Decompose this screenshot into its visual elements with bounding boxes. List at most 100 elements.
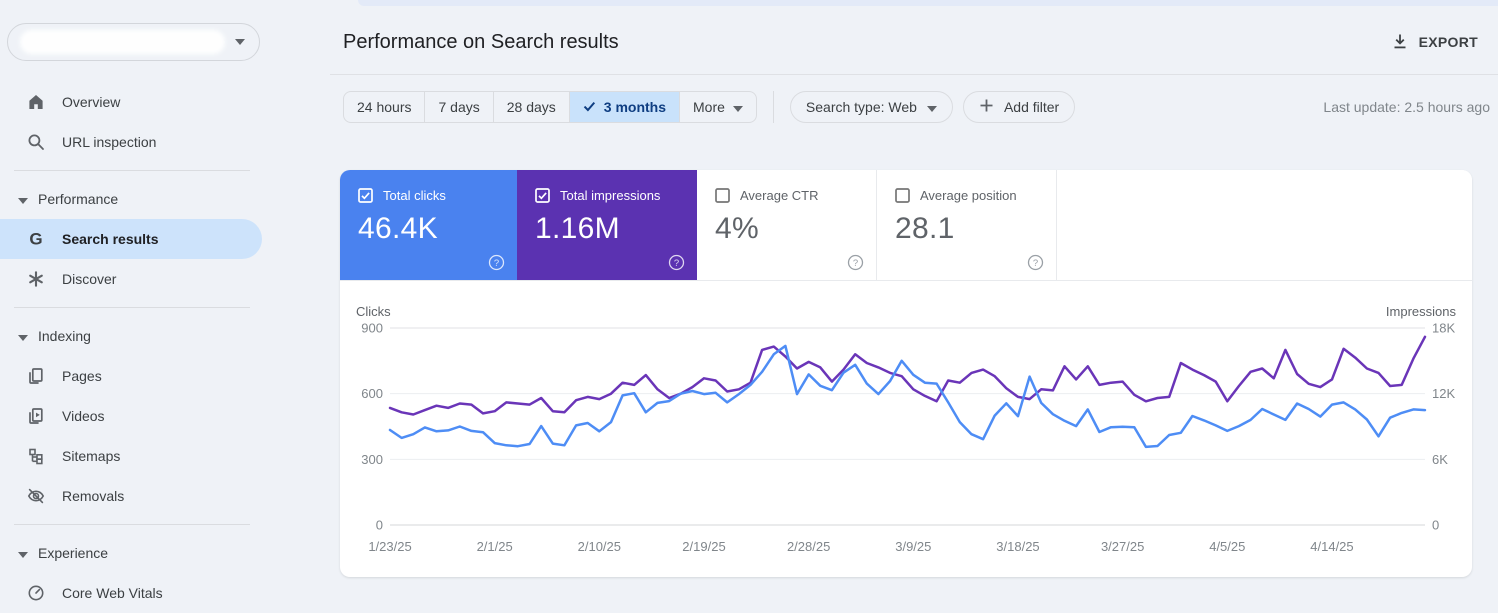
sidebar-item-pages[interactable]: Pages [0,356,262,396]
metric-card-average-position[interactable]: Average position 28.1? [877,170,1057,280]
g-logo-icon: G [26,229,46,249]
metric-card-average-ctr[interactable]: Average CTR 4%? [697,170,877,280]
left-axis-tick: 600 [361,386,383,401]
triangle-down-icon [18,191,28,207]
left-axis-title: Clicks [356,304,391,319]
right-axis-tick: 0 [1432,518,1439,533]
x-axis-tick: 2/19/25 [682,539,725,554]
gauge-icon [26,583,46,603]
export-label: EXPORT [1418,34,1478,50]
page-header: Performance on Search results EXPORT [343,27,1478,57]
x-axis-tick: 4/14/25 [1310,539,1353,554]
scrolled-content-strip [358,0,1498,6]
sidebar-section-performance[interactable]: Performance [0,179,330,219]
sidebar-item-label: Discover [62,271,117,287]
svg-text:?: ? [494,258,499,269]
date-range-7-days[interactable]: 7 days [424,92,492,122]
sidebar-divider [14,524,250,525]
svg-text:?: ? [1033,258,1038,269]
eye-off-icon [26,486,46,506]
x-axis-tick: 1/23/25 [368,539,411,554]
sidebar-item-discover[interactable]: Discover [0,259,262,299]
x-axis-tick: 2/28/25 [787,539,830,554]
svg-text:?: ? [674,258,679,269]
metric-value: 4% [715,212,759,245]
sidebar: Overview URL inspection Performance G Search… [0,0,330,609]
chevron-down-icon [926,99,937,115]
sidebar-item-search-results[interactable]: G Search results [0,219,262,259]
date-range-control: 24 hours 7 days 28 days 3 months More [343,91,757,123]
x-axis-tick: 4/5/25 [1209,539,1245,554]
checkbox-checked-icon[interactable] [358,188,373,203]
download-icon [1391,32,1409,53]
x-axis-tick: 2/1/25 [477,539,513,554]
left-axis-tick: 300 [361,452,383,467]
check-icon [583,99,596,115]
date-range-more[interactable]: More [679,92,756,122]
date-range-28-days[interactable]: 28 days [492,92,569,122]
sidebar-item-overview[interactable]: Overview [0,82,262,122]
x-axis-tick: 3/18/25 [996,539,1039,554]
search-type-filter[interactable]: Search type: Web [789,91,953,123]
sidebar-item-label: Core Web Vitals [62,585,163,601]
sidebar-nav: Overview URL inspection Performance G Search… [0,82,330,613]
right-axis-tick: 12K [1432,386,1455,401]
export-button[interactable]: EXPORT [1391,32,1478,53]
metric-label: Total impressions [560,188,661,203]
sitemap-icon [26,446,46,466]
checkbox-unchecked-icon[interactable] [895,188,910,203]
metrics-row-filler [1057,170,1472,280]
search-type-label: Search type: Web [805,99,917,115]
help-icon[interactable]: ? [1027,254,1044,271]
svg-text:G: G [29,230,42,249]
main-content: Performance on Search results EXPORT 24 … [330,0,1498,609]
add-filter-button[interactable]: Add filter [962,91,1076,123]
sidebar-section-label: Experience [38,545,109,561]
checkbox-checked-icon[interactable] [535,188,550,203]
add-filter-label: Add filter [1003,99,1060,115]
right-axis-tick: 18K [1432,321,1455,336]
date-range-24-hours[interactable]: 24 hours [344,92,424,122]
metrics-row: Total clicks 46.4K? Total impressions 1.16M… [340,170,1472,281]
right-axis-title: Impressions [1386,304,1457,319]
sidebar-item-label: Sitemaps [62,448,121,464]
chevron-down-icon [235,39,245,45]
home-icon [26,92,46,112]
sidebar-item-label: Search results [62,231,159,247]
sidebar-section-indexing[interactable]: Indexing [0,316,330,356]
right-axis-tick: 6K [1432,452,1448,467]
date-range-3-months[interactable]: 3 months [568,92,680,122]
left-axis-tick: 900 [361,321,383,336]
header-divider [330,74,1498,75]
property-name-redacted [20,30,225,54]
asterisk-icon [26,269,46,289]
metric-card-total-impressions[interactable]: Total impressions 1.16M? [517,170,697,280]
help-icon[interactable]: ? [668,254,685,271]
sidebar-item-removals[interactable]: Removals [0,476,262,516]
metric-label: Average CTR [740,188,819,203]
last-update: Last update: 2.5 hours ago [1323,99,1490,115]
sidebar-section-label: Indexing [38,328,91,344]
metric-label: Total clicks [383,188,446,203]
svg-text:?: ? [853,258,858,269]
sidebar-item-url-inspection[interactable]: URL inspection [0,122,262,162]
search-icon [26,132,46,152]
metric-value: 1.16M [535,212,620,245]
chart-canvas: Clicks Impressions 0 0 300 6K 600 12K 900 18K 1/23… [356,304,1457,554]
sidebar-divider [14,170,250,171]
series-line-total-clicks [388,344,1427,449]
property-selector[interactable] [7,23,260,61]
left-axis-tick: 0 [376,518,383,533]
sidebar-section-experience[interactable]: Experience [0,533,330,573]
sidebar-item-core-web-vitals[interactable]: Core Web Vitals [0,573,262,613]
sidebar-item-sitemaps[interactable]: Sitemaps [0,436,262,476]
sidebar-item-label: URL inspection [62,134,157,150]
help-icon[interactable]: ? [847,254,864,271]
metric-card-total-clicks[interactable]: Total clicks 46.4K? [340,170,517,280]
page-title: Performance on Search results [343,30,619,53]
sidebar-item-label: Removals [62,488,125,504]
sidebar-item-videos[interactable]: Videos [0,396,262,436]
help-icon[interactable]: ? [488,254,505,271]
performance-chart: Clicks Impressions 0 0 300 6K 600 12K 900 18K 1/23… [340,281,1472,577]
checkbox-unchecked-icon[interactable] [715,188,730,203]
